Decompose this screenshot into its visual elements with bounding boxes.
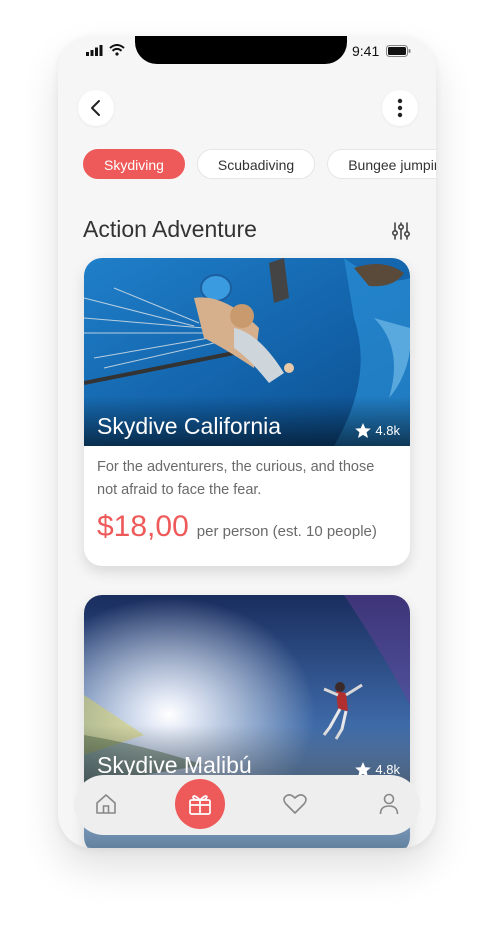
category-chips: Skydiving Scubadiving Bungee jumping <box>83 149 436 179</box>
heart-icon[interactable] <box>283 793 307 815</box>
home-icon[interactable] <box>95 793 117 815</box>
tab-gift[interactable] <box>175 779 225 829</box>
chevron-left-icon <box>91 100 100 116</box>
card-description: For the adventurers, the curious, and th… <box>97 459 375 498</box>
gift-icon <box>189 795 211 815</box>
card-price-row: $18,00 per person (est. 10 people) <box>84 502 410 544</box>
activity-card[interactable]: Skydive California 4.8k For the adventur… <box>84 258 410 566</box>
user-icon[interactable] <box>379 793 399 815</box>
signal-icon <box>86 44 103 56</box>
card-rating: 4.8k <box>355 423 400 438</box>
status-icons <box>86 44 125 56</box>
section-title: Action Adventure <box>83 216 257 242</box>
card-title: Skydive California <box>97 413 282 439</box>
sliders-icon[interactable] <box>391 221 411 241</box>
chip-scubadiving[interactable]: Scubadiving <box>196 149 316 179</box>
chip-bungee-jumping[interactable]: Bungee jumping <box>327 149 436 179</box>
wifi-icon <box>109 44 125 56</box>
status-time: 9:41 <box>352 43 380 59</box>
card-price-note: per person (est. 10 people) <box>196 523 377 540</box>
tab-bar <box>74 775 420 835</box>
phone-frame: 9:41 Skydiving Scubadiving Bungee jumpin… <box>58 36 436 848</box>
chip-skydiving[interactable]: Skydiving <box>83 149 185 179</box>
card-image: Skydive California 4.8k <box>84 258 410 446</box>
more-options-button[interactable] <box>382 90 418 126</box>
battery-icon <box>386 45 411 57</box>
star-icon <box>355 423 372 438</box>
notch <box>135 36 347 64</box>
more-vertical-icon <box>397 98 403 118</box>
back-button[interactable] <box>78 90 114 126</box>
rating-value: 4.8k <box>375 423 400 438</box>
card-price: $18,00 <box>97 510 189 543</box>
